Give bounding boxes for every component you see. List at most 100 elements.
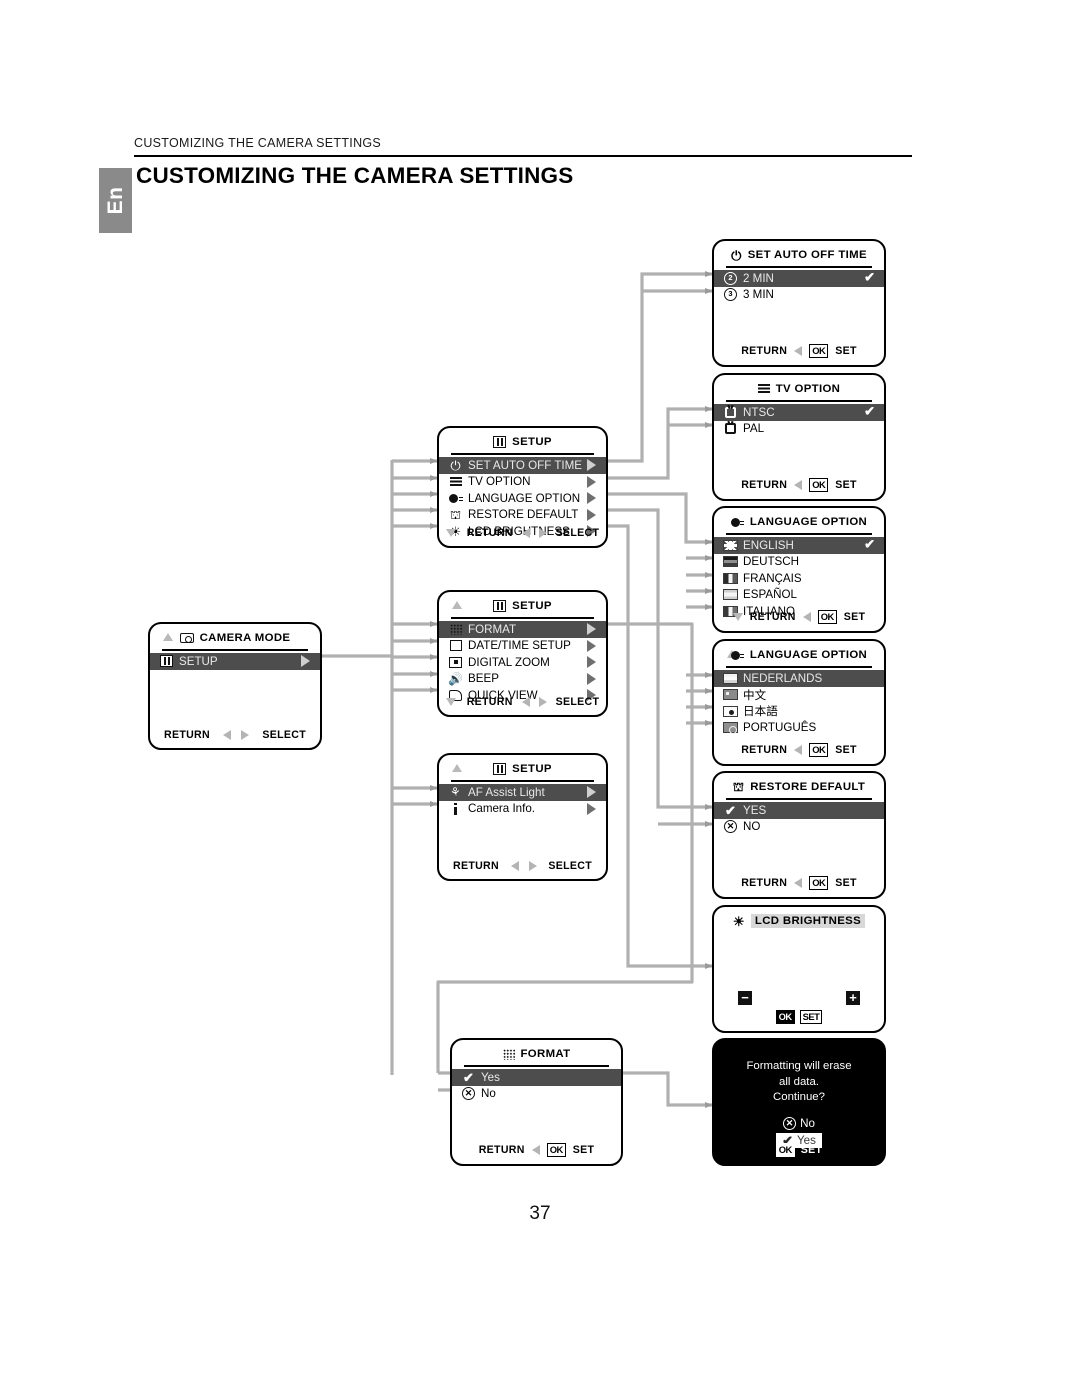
restore-icon: ⛫ [448,508,463,521]
chevron-right-icon [587,656,596,668]
format-icon [448,623,463,636]
check-icon: ✔ [461,1071,476,1084]
speech-icon [448,492,463,505]
option-yes[interactable]: ✔ Yes [452,1069,621,1086]
option-nederlands[interactable]: NEDERLANDS [714,670,884,687]
ok-button[interactable]: OK [818,610,837,624]
setup-icon [493,763,506,775]
option-francais[interactable]: FRANÇAIS [714,570,884,587]
screen-footer: OK SET [714,1143,884,1157]
confirm-option-no[interactable]: ✕ No [778,1117,820,1130]
option-2-min[interactable]: 2 2 MIN ✔ [714,270,884,287]
option-ntsc[interactable]: NTSC ✔ [714,404,884,421]
right-arrow-icon [241,730,249,740]
ok-button[interactable]: OK [809,344,828,358]
menu-item-restore-default[interactable]: ⛫ RESTORE DEFAULT [439,507,606,524]
menu-item-date-time-setup[interactable]: DATE/TIME SETUP [439,638,606,655]
select-label: SELECT [556,696,600,708]
beep-icon: 🔊 [448,672,463,685]
lines-icon [448,475,463,488]
set-label: SET [835,877,857,889]
screen-title-tv-option: TV OPTION [714,379,884,399]
screen-footer: OK SET [714,1010,884,1024]
option-espanol[interactable]: ESPAÑOL [714,587,884,604]
menu-item-format[interactable]: FORMAT [439,621,606,638]
set-label: SET [844,611,866,623]
left-arrow-icon [794,745,802,755]
option-chinese[interactable]: 中文 [714,687,884,704]
flag-pt-icon [723,721,738,734]
option-no[interactable]: ✕ NO [714,819,884,836]
return-label: RETURN [164,729,210,741]
tv-icon [723,406,738,419]
screen-camera-mode[interactable]: CAMERA MODE SETUP RETURN SELECT [148,622,322,750]
screen-tv-option[interactable]: TV OPTION NTSC ✔ PAL RETURN OK SET [712,373,886,501]
brightness-increase-button[interactable]: + [846,991,860,1005]
setup-icon [159,655,174,668]
brightness-decrease-button[interactable]: − [738,991,752,1005]
screen-language-option-page-2[interactable]: LANGUAGE OPTION NEDERLANDS 中文 日本語 PORTUG… [712,639,886,766]
menu-item-beep[interactable]: 🔊 BEEP [439,671,606,688]
set-label: SET [801,1144,823,1156]
option-deutsch[interactable]: DEUTSCH [714,554,884,571]
left-arrow-icon [803,612,811,622]
datetime-icon [448,639,463,652]
option-pal[interactable]: PAL [714,421,884,438]
scroll-down-indicator [733,613,743,621]
option-no[interactable]: ✕ No [452,1086,621,1103]
option-portugues[interactable]: PORTUGUÊS [714,720,884,737]
set-button[interactable]: SET [800,1010,823,1024]
chevron-right-icon [587,786,596,798]
menu-item-language-option[interactable]: LANGUAGE OPTION [439,490,606,507]
screen-footer: RETURN OK SET [714,876,884,890]
chevron-right-icon [587,640,596,652]
left-arrow-icon [532,1145,540,1155]
left-arrow-icon [794,878,802,888]
ok-button[interactable]: OK [547,1143,566,1157]
ok-button[interactable]: OK [809,876,828,890]
ok-button[interactable]: OK [809,743,828,757]
right-arrow-icon [529,861,537,871]
screen-set-auto-off-time[interactable]: ⏻ SET AUTO OFF TIME 2 2 MIN ✔ 3 3 MIN RE… [712,239,886,367]
confirm-message: Formatting will erase all data. Continue… [714,1059,884,1106]
screen-title-restore-default: ⛫ RESTORE DEFAULT [714,777,884,797]
option-yes[interactable]: ✔ YES [714,802,884,819]
flag-fr-icon [723,572,738,585]
select-label: SELECT [262,729,306,741]
menu-item-af-assist-light[interactable]: ⚘ AF Assist Light [439,784,606,801]
screen-setup-page-3[interactable]: SETUP ⚘ AF Assist Light Camera Info. RET… [437,753,608,881]
option-english[interactable]: ENGLISH ✔ [714,537,884,554]
return-label: RETURN [741,744,787,756]
title-rule [451,453,594,455]
speech-icon [731,650,744,661]
flag-jp-icon [723,705,738,718]
screen-title-format: FORMAT [452,1044,621,1064]
menu-item-camera-info[interactable]: Camera Info. [439,801,606,818]
left-arrow-icon [223,730,231,740]
screen-setup-page-1[interactable]: SETUP ⏻ SET AUTO OFF TIME TV OPTION LANG… [437,426,608,548]
menu-item-set-auto-off-time[interactable]: ⏻ SET AUTO OFF TIME [439,457,606,474]
screen-setup-page-2[interactable]: SETUP FORMAT DATE/TIME SETUP DIGITAL ZOO… [437,590,608,717]
ok-button[interactable]: OK [809,478,828,492]
screen-restore-default[interactable]: ⛫ RESTORE DEFAULT ✔ YES ✕ NO RETURN OK S… [712,771,886,899]
menu-item-setup[interactable]: SETUP [150,653,320,670]
return-label: RETURN [467,696,513,708]
screen-lcd-brightness[interactable]: ☀ LCD BRIGHTNESS − + OK SET [712,905,886,1033]
set-label: SET [835,479,857,491]
af-assist-icon: ⚘ [448,786,463,799]
ok-button[interactable]: OK [776,1143,795,1157]
clock-2-icon: 2 [723,272,738,285]
screen-format-confirm-dialog[interactable]: Formatting will erase all data. Continue… [712,1038,886,1166]
option-japanese[interactable]: 日本語 [714,703,884,720]
screen-format[interactable]: FORMAT ✔ Yes ✕ No RETURN OK SET [450,1038,623,1166]
option-3-min[interactable]: 3 3 MIN [714,287,884,304]
menu-item-digital-zoom[interactable]: DIGITAL ZOOM [439,654,606,671]
title-rule [726,533,872,535]
ok-button[interactable]: OK [776,1010,795,1024]
menu-item-tv-option[interactable]: TV OPTION [439,474,606,491]
set-label: SET [835,744,857,756]
title-rule [451,780,594,782]
screen-language-option-page-1[interactable]: LANGUAGE OPTION ENGLISH ✔ DEUTSCH FRANÇA… [712,506,886,633]
set-label: SET [573,1144,595,1156]
title-rule [451,617,594,619]
